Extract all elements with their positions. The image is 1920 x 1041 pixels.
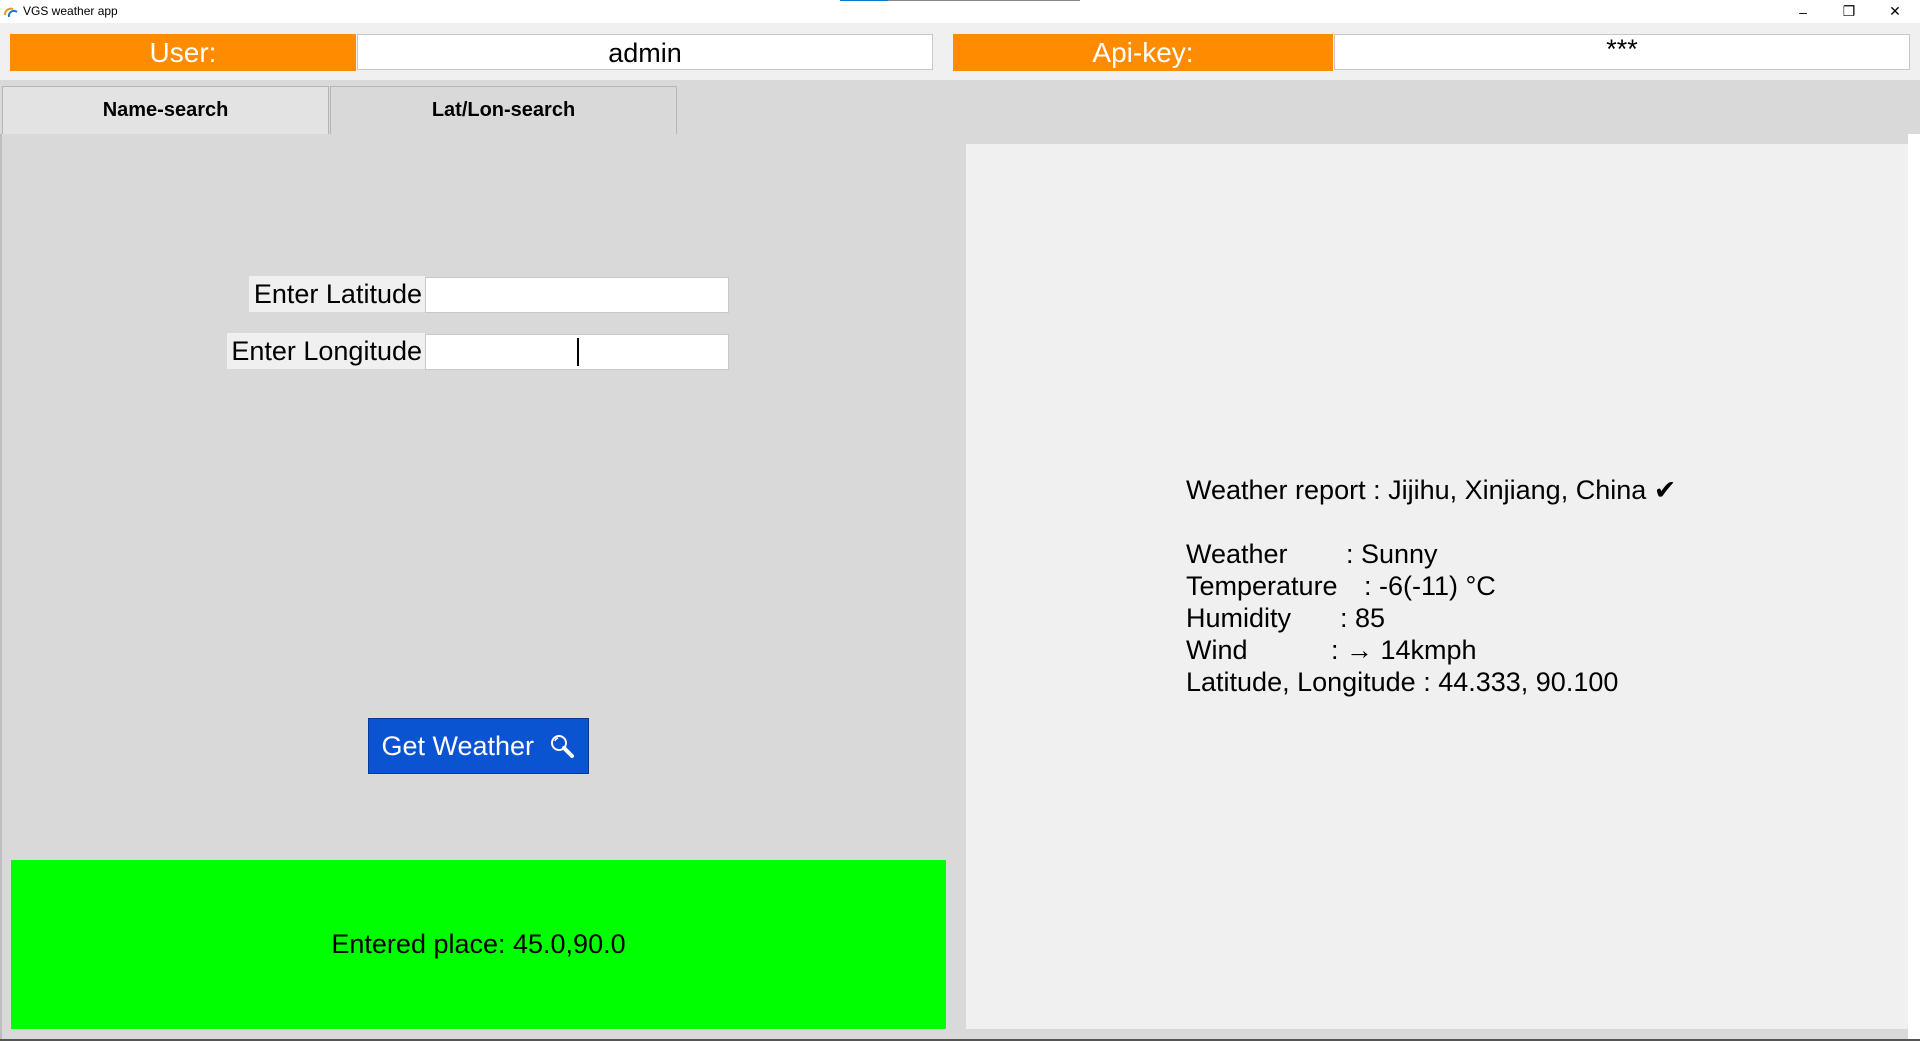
title-bar [0,0,1920,23]
window-edge [1908,134,1920,1039]
restore-button[interactable]: ❐ [1826,0,1872,23]
report-title: Weather report : Jijihu, Xinjiang, China… [1186,475,1677,505]
report-label: Latitude, Longitude [1186,667,1416,697]
report-label: Temperature [1186,571,1338,601]
user-value: admin [357,34,933,70]
api-key-value: *** [1334,34,1910,70]
title-bar-accent-blue [840,0,888,1]
report-row-weather: Weather : Sunny [1186,538,1438,570]
report-value: : -6(-11) °C [1364,571,1496,601]
api-key-label: Api-key: [953,34,1333,71]
report-value: : 85 [1340,603,1386,633]
report-row-lat-lon: Latitude, Longitude : 44.333, 90.100 [1186,666,1618,698]
report-label: Humidity [1186,603,1292,633]
close-button[interactable]: ✕ [1872,0,1918,23]
text-caret [577,338,579,366]
magnifier-icon [542,731,576,761]
get-weather-label: Get Weather [381,731,535,761]
tab-lat-lon-search[interactable]: Lat/Lon-search [330,86,677,134]
latitude-label: Enter Latitude [249,276,425,312]
report-row-wind: Wind : → 14kmph [1186,634,1477,666]
tab-name-search[interactable]: Name-search [2,86,329,134]
window-title: VGS weather app [23,4,118,18]
report-row-temperature: Temperature : -6(-11) °C [1186,570,1496,602]
minimize-button[interactable]: – [1780,0,1826,23]
longitude-label: Enter Longitude [227,333,425,369]
report-label: Weather [1186,539,1288,569]
status-message: Entered place: 45.0,90.0 [11,860,946,1029]
latitude-input[interactable] [425,277,729,313]
report-row-humidity: Humidity : 85 [1186,602,1385,634]
user-label: User: [10,34,356,71]
report-value: : Sunny [1346,539,1438,569]
report-value: : → 14kmph [1331,635,1477,665]
report-label: Wind [1186,635,1248,665]
get-weather-button[interactable]: Get Weather [368,718,589,774]
report-value: : 44.333, 90.100 [1415,667,1619,697]
app-weather-icon [4,5,18,18]
